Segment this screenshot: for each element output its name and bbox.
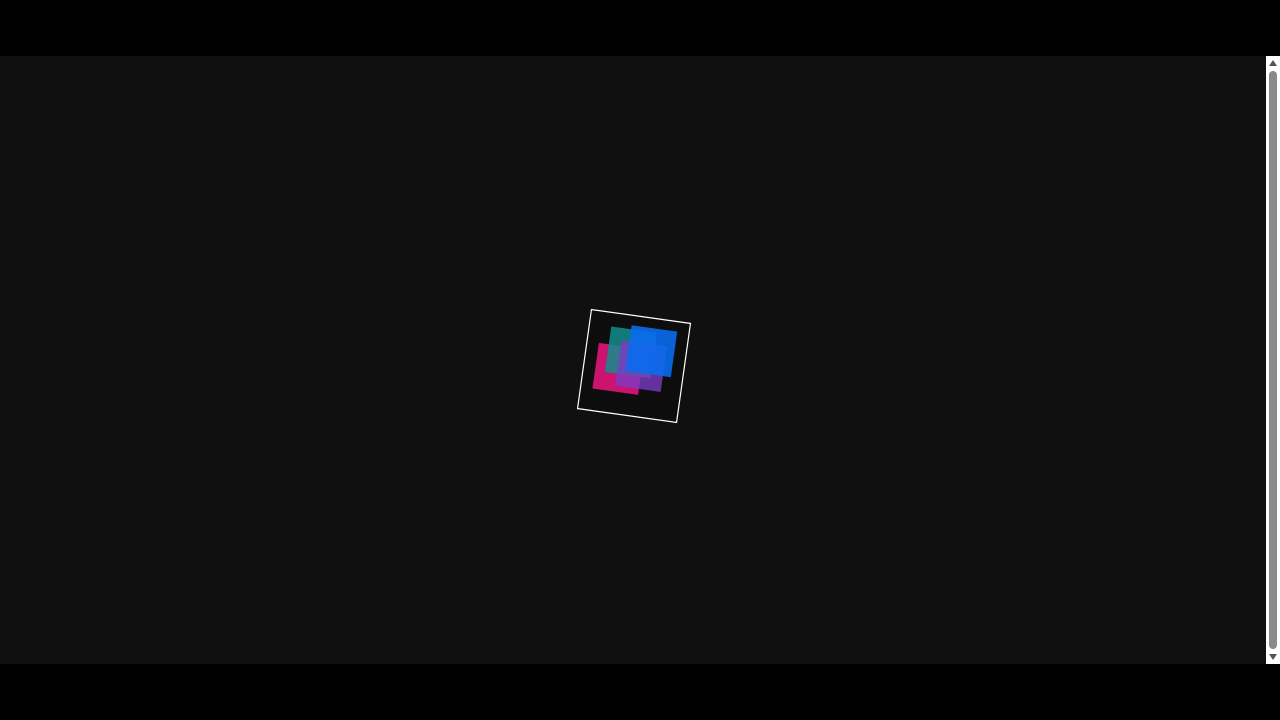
- video-frame: [0, 0, 1280, 720]
- page-viewport: [0, 56, 1280, 664]
- scroll-thumb[interactable]: [1269, 71, 1277, 649]
- letterbox-bottom: [0, 664, 1280, 720]
- scroll-down-glyph: [1269, 654, 1277, 660]
- blue-square: [625, 325, 678, 378]
- scroll-up-arrow-icon[interactable]: [1266, 56, 1280, 70]
- vertical-scrollbar[interactable]: [1266, 56, 1280, 664]
- scroll-up-glyph: [1269, 60, 1277, 66]
- artwork-canvas: [576, 308, 692, 424]
- rotated-artwork: [576, 308, 692, 424]
- scroll-down-arrow-icon[interactable]: [1266, 650, 1280, 664]
- letterbox-top: [0, 0, 1280, 56]
